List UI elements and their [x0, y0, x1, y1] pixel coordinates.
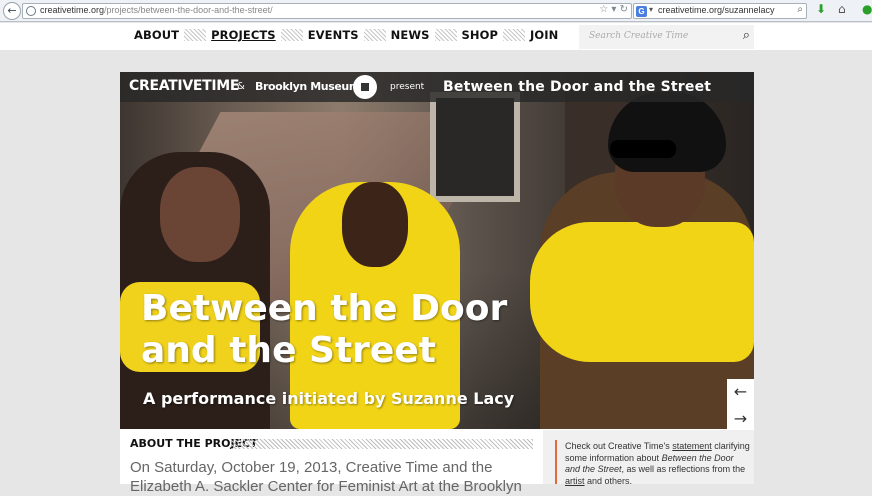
nav-shop[interactable]: SHOP	[462, 28, 499, 42]
prev-arrow-icon[interactable]: ←	[727, 379, 754, 406]
window-shape	[430, 92, 520, 202]
about-text: On Saturday, October 19, 2013, Creative …	[130, 459, 522, 495]
person-right-hat	[608, 92, 726, 172]
person-middle-head	[342, 182, 408, 267]
bookmark-star-icon[interactable]: ☆	[599, 4, 608, 15]
hero-title-bar: CREATIVETIME & Brooklyn Museum present B…	[120, 72, 754, 102]
hero-title: Between the Door and the Street	[141, 288, 571, 372]
browser-search-text: creativetime.org/suzannelacy	[658, 5, 775, 15]
engine-dropdown-icon[interactable]: ▾	[649, 5, 653, 14]
nav-events[interactable]: EVENTS	[308, 28, 359, 42]
nav-divider	[503, 29, 526, 41]
brooklyn-museum-logo: Brooklyn Museum	[255, 80, 360, 93]
next-arrow-icon[interactable]: →	[727, 406, 754, 433]
nav-divider	[184, 29, 207, 41]
site-header: ABOUT PROJECTS EVENTS NEWS SHOP JOIN Sea…	[0, 23, 872, 50]
nav-about[interactable]: ABOUT	[134, 28, 179, 42]
home-icon[interactable]: ⌂	[838, 2, 846, 16]
site-search-placeholder: Search Creative Time	[589, 31, 689, 41]
artist-link[interactable]: artist	[565, 476, 585, 486]
search-icon[interactable]: ⌕	[797, 4, 803, 15]
address-tools: ☆ ▾ ↻	[599, 4, 628, 15]
browser-search-bar[interactable]: G ▾ creativetime.org/suzannelacy ⌕	[633, 3, 807, 19]
nav-divider	[280, 29, 303, 41]
about-divider	[231, 439, 533, 449]
sidebar-text-part: and others.	[584, 475, 633, 486]
ampersand: &	[237, 81, 245, 92]
browser-toolbar: ← creativetime.org/projects/between-the-…	[0, 0, 872, 22]
hero-title-line: Between the Door	[141, 288, 508, 329]
main-nav: ABOUT PROJECTS EVENTS NEWS SHOP JOIN	[134, 28, 558, 42]
address-text: creativetime.org/projects/between-the-do…	[40, 5, 273, 15]
address-bar[interactable]: creativetime.org/projects/between-the-do…	[22, 3, 632, 19]
back-icon[interactable]: ←	[3, 2, 21, 20]
hero-title-line: and the Street	[141, 330, 436, 371]
globe-icon	[26, 6, 36, 16]
statement-link[interactable]: statement	[672, 441, 712, 451]
hero-subtitle: A performance initiated by Suzanne Lacy	[143, 389, 515, 408]
nav-join[interactable]: JOIN	[530, 28, 558, 42]
sidebar-accent-line	[555, 440, 557, 484]
google-icon[interactable]: G	[636, 6, 647, 17]
sidebar-text-part: , as well as reflections from the	[621, 464, 746, 474]
hero-bar-title: Between the Door and the Street	[443, 79, 712, 95]
nav-divider	[363, 29, 386, 41]
sunglasses	[610, 140, 676, 158]
dropdown-icon[interactable]: ▾	[611, 4, 616, 15]
sidebar-text-part: Check out Creative Time's	[565, 441, 673, 451]
reload-icon[interactable]: ↻	[620, 4, 628, 15]
brooklyn-museum-icon	[353, 75, 377, 99]
site-search-input[interactable]: Search Creative Time ⌕	[579, 25, 754, 49]
content-gap	[120, 50, 754, 72]
download-icon[interactable]: ⬇	[816, 2, 826, 16]
creative-time-logo[interactable]: CREATIVETIME	[129, 78, 239, 94]
present-label: present	[390, 82, 425, 92]
nav-news[interactable]: NEWS	[391, 28, 430, 42]
search-icon[interactable]: ⌕	[743, 28, 750, 43]
person-left-head	[160, 167, 240, 262]
nav-divider	[434, 29, 457, 41]
nav-projects[interactable]: PROJECTS	[211, 28, 276, 42]
sidebar-notice-text: Check out Creative Time's statement clar…	[565, 441, 750, 487]
hero-photo	[120, 72, 754, 429]
addon-icon[interactable]: ●	[862, 2, 872, 16]
